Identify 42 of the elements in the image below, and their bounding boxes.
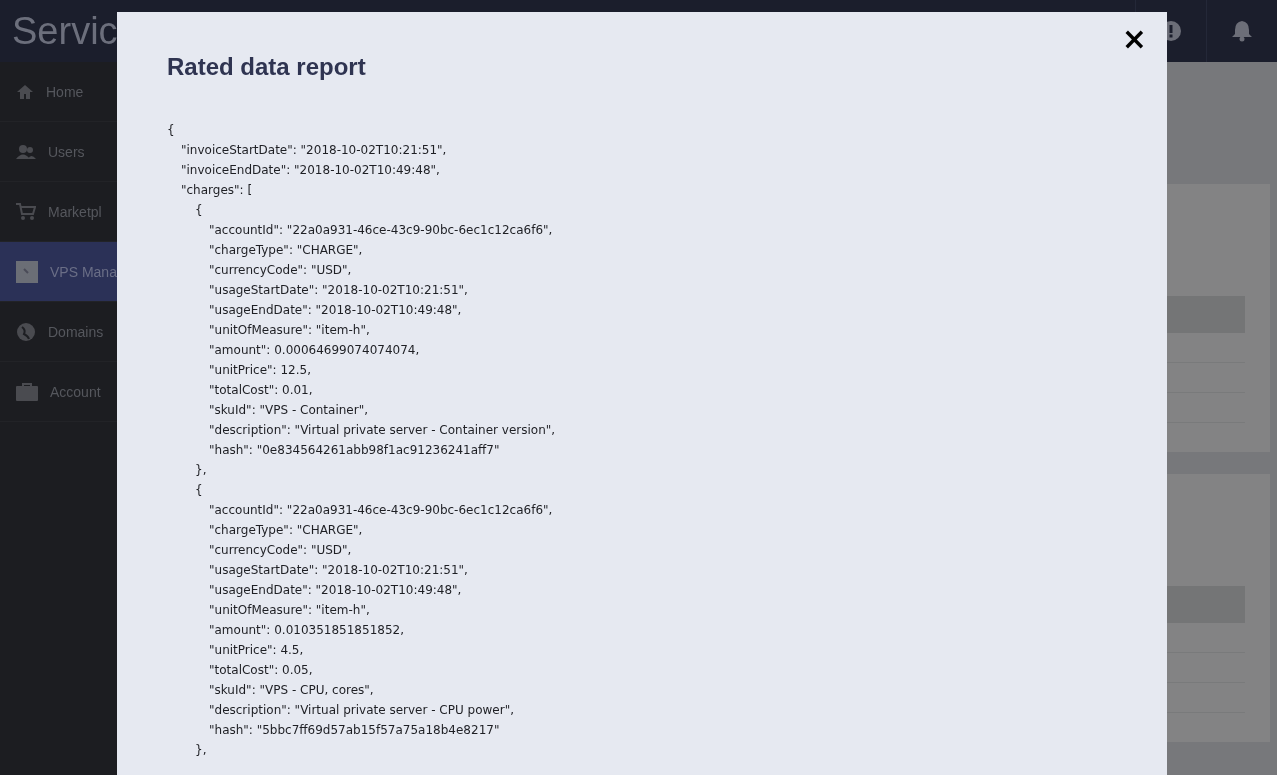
code-line: "accountId": "22a0a931-46ce-43c9-90bc-6ec1c12ca6f6", xyxy=(209,222,553,239)
code-line: "chargeType": "CHARGE", xyxy=(209,522,363,539)
code-line: "usageEndDate": "2018-10-02T10:49:48", xyxy=(209,302,462,319)
code-line: "amount": 0.010351851851852, xyxy=(209,622,404,639)
code-line: "currencyCode": "USD", xyxy=(209,262,352,279)
code-line: "chargeType": "CHARGE", xyxy=(209,242,363,259)
home-icon xyxy=(16,83,34,100)
square-icon xyxy=(16,260,38,283)
code-line: }, xyxy=(195,742,207,759)
code-line: "invoiceEndDate": "2018-10-02T10:49:48", xyxy=(181,162,440,179)
briefcase-icon xyxy=(16,382,38,401)
code-line: { xyxy=(195,482,203,499)
code-line: "amount": 0.00064699074074074, xyxy=(209,342,420,359)
dialog-title: Rated data report xyxy=(167,52,367,82)
close-button[interactable]: × xyxy=(1117,24,1151,54)
code-line: "unitOfMeasure": "item-h", xyxy=(209,322,370,339)
code-line: "skuId": "VPS - CPU, cores", xyxy=(209,682,374,699)
code-line: "skuId": "VPS - Container", xyxy=(209,402,368,419)
code-line: "unitOfMeasure": "item-h", xyxy=(209,602,370,619)
code-line: "currencyCode": "USD", xyxy=(209,542,352,559)
code-line: "description": "Virtual private server - Container version", xyxy=(209,422,556,439)
app-title: Servic xyxy=(11,9,117,53)
code-line: "unitPrice": 12.5, xyxy=(209,362,311,379)
code-line: { xyxy=(195,202,203,219)
code-line: "accountId": "22a0a931-46ce-43c9-90bc-6ec1c12ca6f6", xyxy=(209,502,553,519)
code-line: "description": "Virtual private server - CPU power", xyxy=(209,702,514,719)
code-line: "unitPrice": 4.5, xyxy=(209,642,304,659)
bell-icon[interactable] xyxy=(1232,20,1252,42)
sidebar-item[interactable]: VPS Mana xyxy=(0,242,117,302)
code-line: "hash": "0e834564261abb98f1ac91236241aff7" xyxy=(209,442,500,459)
code-line: "totalCost": 0.05, xyxy=(209,662,313,679)
code-line: "usageStartDate": "2018-10-02T10:21:51", xyxy=(209,562,468,579)
code-line: "invoiceStartDate": "2018-10-02T10:21:51", xyxy=(181,142,447,159)
code-line: }, xyxy=(195,462,207,479)
code-line: "totalCost": 0.01, xyxy=(209,382,313,399)
cart-icon xyxy=(16,202,36,221)
code-line: "usageStartDate": "2018-10-02T10:21:51", xyxy=(209,282,468,299)
code-line: "hash": "5bbc7ff69d57ab15f57a75a18b4e8217" xyxy=(209,722,500,739)
code-line: "usageEndDate": "2018-10-02T10:49:48", xyxy=(209,582,462,599)
code-line: "charges": [ xyxy=(181,182,253,199)
users-icon xyxy=(16,143,36,160)
code-line: { xyxy=(167,122,175,139)
